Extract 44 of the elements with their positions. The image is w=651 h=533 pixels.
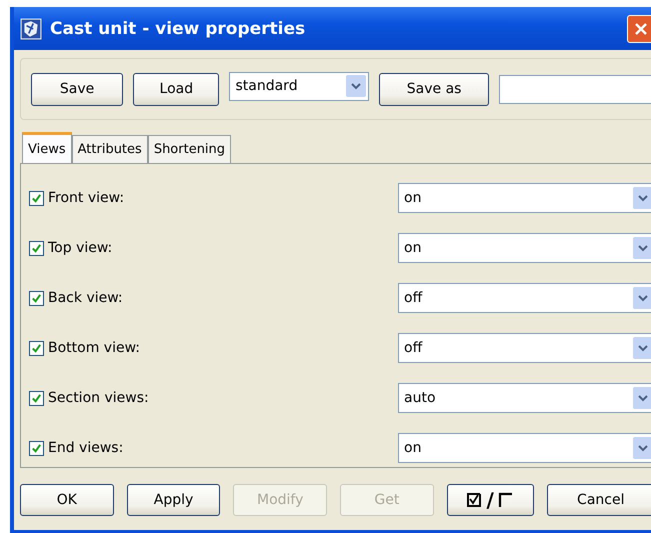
view-dropdown[interactable]: on — [398, 433, 651, 463]
name-input-field[interactable] — [499, 74, 651, 104]
chevron-down-icon — [633, 187, 651, 209]
preset-dropdown[interactable]: standard — [229, 72, 370, 100]
checkbox[interactable] — [29, 440, 44, 456]
toggle-all-button[interactable]: / — [446, 484, 534, 516]
save-button[interactable]: Save — [31, 72, 124, 106]
view-dropdown[interactable]: off — [398, 333, 651, 363]
load-button[interactable]: Load — [133, 72, 220, 106]
chevron-down-icon — [346, 75, 366, 97]
view-label: Bottom view: — [48, 340, 140, 356]
close-icon — [634, 22, 648, 36]
checkbox[interactable] — [29, 390, 44, 406]
separator-slash: / — [486, 488, 494, 512]
chevron-down-icon — [633, 437, 651, 459]
action-button[interactable]: Apply — [126, 484, 220, 516]
action-button[interactable]: OK — [20, 484, 114, 516]
app-icon — [20, 18, 42, 40]
close-button[interactable] — [627, 14, 651, 42]
chevron-down-icon — [633, 287, 651, 309]
save-as-button[interactable]: Save as — [379, 72, 489, 106]
checkbox[interactable] — [29, 190, 44, 206]
chevron-down-icon — [633, 387, 651, 409]
view-label: Section views: — [48, 390, 149, 406]
view-dropdown[interactable]: on — [398, 183, 651, 213]
window-title: Cast unit - view properties — [50, 18, 306, 38]
view-label: Back view: — [48, 290, 123, 306]
tab[interactable]: Attributes — [72, 135, 148, 163]
chevron-down-icon — [633, 237, 651, 259]
tab[interactable]: Shortening — [148, 135, 232, 163]
chevron-down-icon — [633, 337, 651, 359]
checked-box-icon — [466, 492, 482, 508]
view-label: End views: — [48, 440, 124, 456]
view-label: Front view: — [48, 190, 124, 206]
view-dropdown[interactable]: off — [398, 283, 651, 313]
view-dropdown[interactable]: on — [398, 233, 651, 263]
view-label: Top view: — [48, 240, 112, 256]
empty-box-icon — [498, 492, 514, 508]
checkbox[interactable] — [29, 340, 44, 356]
view-dropdown[interactable]: auto — [398, 383, 651, 413]
cancel-button[interactable]: Cancel — [546, 484, 651, 516]
checkbox[interactable] — [29, 290, 44, 306]
tab[interactable]: Views — [22, 132, 72, 163]
checkbox[interactable] — [29, 240, 44, 256]
